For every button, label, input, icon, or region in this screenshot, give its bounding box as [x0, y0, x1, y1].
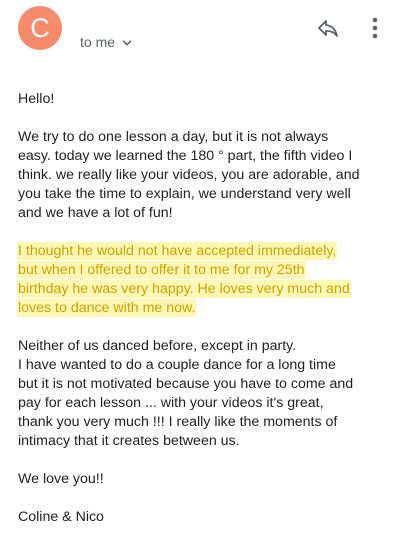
- highlighted-line: I thought he would not have accepted imm…: [18, 243, 337, 259]
- highlighted-line: but when I offered to offer it to me for…: [18, 262, 305, 278]
- body-line: easy. today we learned the 180 ° part, t…: [18, 148, 353, 164]
- recipient-details-toggle[interactable]: to me: [80, 32, 133, 52]
- paragraph-lessons: We try to do one lesson a day, but it is…: [18, 128, 390, 223]
- more-options-button[interactable]: [362, 14, 388, 46]
- reply-button[interactable]: [312, 14, 344, 46]
- body-line: Neither of us danced before, except in p…: [18, 338, 297, 354]
- paragraph-dancing: Neither of us danced before, except in p…: [18, 337, 390, 451]
- avatar-letter: C: [30, 13, 50, 43]
- body-line: I have wanted to do a couple dance for a…: [18, 357, 336, 373]
- reply-icon: [316, 16, 340, 45]
- body-line: intimacy that it creates between us.: [18, 433, 240, 449]
- body-line: you take the time to explain, we underst…: [18, 186, 351, 202]
- body-line: and we have a lot of fun!: [18, 205, 173, 221]
- highlighted-line: birthday he was very happy. He loves ver…: [18, 281, 350, 297]
- body-line: think. we really like your videos, you a…: [18, 167, 360, 183]
- email-body: Hello! We try to do one lesson a day, bu…: [18, 90, 390, 546]
- body-line: pay for each lesson ... with your videos…: [18, 395, 324, 411]
- recipient-label: to me: [80, 34, 116, 50]
- signature: Coline & Nico: [18, 509, 104, 525]
- more-vert-icon: [372, 17, 378, 44]
- highlighted-paragraph: I thought he would not have accepted imm…: [18, 242, 390, 318]
- chevron-down-icon: [121, 36, 133, 48]
- body-line: thank you very much !!! I really like th…: [18, 414, 338, 430]
- greeting: Hello!: [18, 91, 55, 107]
- highlighted-line: loves to dance with me now.: [18, 300, 196, 316]
- body-line: but it is not motivated because you have…: [18, 376, 354, 392]
- sender-avatar[interactable]: C: [18, 6, 62, 50]
- email-header: C to me: [0, 0, 400, 70]
- closing-line: We love you!!: [18, 471, 104, 487]
- body-line: We try to do one lesson a day, but it is…: [18, 129, 329, 145]
